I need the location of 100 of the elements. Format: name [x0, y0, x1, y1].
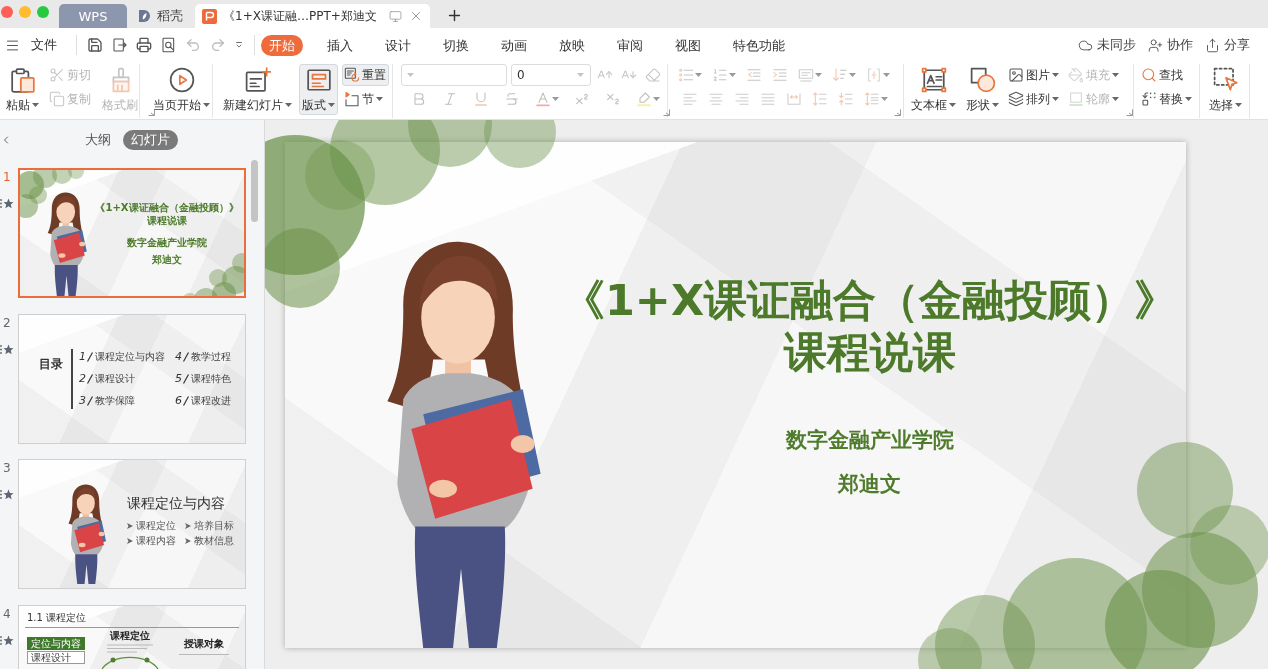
- arrow-bullet-icon: [185, 537, 191, 544]
- contents-item-label: 教学保障: [95, 393, 135, 408]
- menu-tab[interactable]: 审阅: [609, 34, 651, 56]
- thumbnail-organization: 数字金融产业学院: [127, 236, 207, 249]
- star-icon: [0, 198, 14, 209]
- cloud-icon: [1078, 37, 1093, 53]
- window-zoom-icon[interactable]: [37, 6, 49, 18]
- section-button[interactable]: 节: [342, 88, 389, 110]
- slide-thumbnail[interactable]: 《1+X课证融合（金融投顾）》 课程说课 数字金融产业学院 郑迪文: [18, 168, 246, 298]
- slide-number: 1: [3, 170, 11, 184]
- slide-thumbnail[interactable]: 目录 1 课程定位与内容 2 课程设计 3 教学保障 4 教学过程 5 课程特色 6 课程改进: [18, 313, 246, 444]
- text-lines-drawing: [179, 652, 229, 657]
- menu-tab[interactable]: 切换: [435, 34, 477, 56]
- picture-button[interactable]: 图片: [1006, 64, 1062, 86]
- bullet-text: 课程内容: [136, 534, 176, 547]
- text-box-button[interactable]: 文本框: [908, 64, 959, 115]
- bullet-text: 教材信息: [194, 534, 234, 547]
- dialog-launcher-icon[interactable]: [894, 109, 901, 116]
- scrollbar-thumb[interactable]: [251, 160, 258, 222]
- select-button[interactable]: 选择: [1206, 64, 1245, 115]
- block-heading: 课程定位: [110, 630, 150, 642]
- slide-number: 2: [3, 315, 11, 330]
- reset-button[interactable]: 重置: [342, 64, 389, 86]
- replace-button[interactable]: 替换: [1139, 88, 1195, 110]
- new-slide-button[interactable]: 新建幻灯片: [220, 64, 295, 115]
- print-preview-icon[interactable]: [160, 37, 177, 53]
- arrange-button[interactable]: 排列: [1006, 88, 1062, 110]
- slide-subtitle: 课程说课: [783, 326, 956, 378]
- window-minimize-icon[interactable]: [19, 6, 31, 18]
- item-number: 3: [79, 393, 86, 408]
- slide-number: 3: [3, 461, 11, 475]
- thumbnail-title: 《1+X课证融合（金融投顾）》: [95, 201, 239, 214]
- font-name-dropdown[interactable]: [401, 64, 507, 86]
- font-size-dropdown[interactable]: 0: [511, 64, 591, 86]
- monitor-icon[interactable]: [388, 9, 402, 23]
- thumbnail-subtitle: 课程说课: [147, 214, 187, 227]
- save-icon[interactable]: [87, 37, 103, 53]
- slide-thumbnail[interactable]: 课程定位与内容 课程定位 培养目标 课程内容 教材信息: [18, 459, 246, 589]
- slide-number: 4: [3, 606, 11, 621]
- slash-icon: [87, 351, 93, 362]
- printer-icon[interactable]: [136, 37, 152, 53]
- presentation-file-icon: [202, 8, 217, 24]
- dialog-launcher-icon[interactable]: [1126, 109, 1133, 116]
- slash-icon: [183, 351, 189, 362]
- share-icon: [1205, 37, 1220, 53]
- nav-label: 课程设计: [27, 651, 85, 664]
- collaborate-button[interactable]: 协作: [1148, 36, 1193, 54]
- star-icon: [0, 634, 14, 646]
- shape-button[interactable]: 形状: [963, 64, 1002, 115]
- file-menu[interactable]: 文件: [29, 34, 59, 56]
- cycle-diagram-drawing: [99, 655, 161, 669]
- dialog-launcher-icon[interactable]: [663, 109, 670, 116]
- dialog-launcher-icon[interactable]: [148, 109, 155, 116]
- menu-tab[interactable]: 特色功能: [725, 34, 793, 56]
- arrow-bullet-icon: [127, 537, 133, 544]
- menu-tab[interactable]: 视图: [667, 34, 709, 56]
- share-button[interactable]: 分享: [1205, 36, 1250, 54]
- panel-tab[interactable]: 幻灯片: [123, 130, 178, 150]
- item-number: 5: [175, 371, 182, 386]
- contents-item-label: 课程特色: [191, 371, 231, 386]
- layout-button[interactable]: 版式: [299, 64, 338, 115]
- store-tab[interactable]: 稻壳: [130, 4, 195, 28]
- slide-author: 郑迪文: [838, 471, 901, 497]
- arrow-bullet-icon: [185, 522, 191, 529]
- thumbnail-heading: 目录: [39, 356, 63, 373]
- slash-icon: [183, 395, 189, 406]
- bullet-text: 培养目标: [194, 519, 234, 532]
- caret-icon[interactable]: [234, 40, 244, 50]
- menu-tab[interactable]: 动画: [493, 34, 535, 56]
- contents-item-label: 课程定位与内容: [95, 349, 165, 364]
- thumbnail-title: 课程定位与内容: [127, 495, 226, 513]
- item-number: 2: [79, 371, 86, 386]
- export-icon[interactable]: [111, 37, 128, 53]
- nav-label: 定位与内容: [27, 637, 85, 650]
- slash-icon: [87, 373, 93, 384]
- paste-button[interactable]: 粘贴: [3, 64, 42, 115]
- text-lines-drawing: [107, 644, 153, 653]
- menu-tab[interactable]: 插入: [319, 34, 361, 56]
- slide-title: 《1+X课证融合（金融投顾）》: [561, 274, 1178, 326]
- document-tab[interactable]: 《1+X课证融…PPT+郑迪文: [195, 4, 430, 28]
- slash-icon: [87, 395, 93, 406]
- slide-organization: 数字金融产业学院: [785, 427, 954, 453]
- menu-icon[interactable]: [5, 37, 20, 53]
- thumbnail-author: 郑迪文: [152, 253, 182, 266]
- window-close-icon[interactable]: [1, 6, 13, 18]
- slash-icon: [183, 373, 189, 384]
- play-from-current-button[interactable]: 当页开始: [150, 64, 213, 115]
- thumbnail-heading: 1.1 课程定位: [26, 610, 88, 624]
- block-heading: 授课对象: [184, 638, 224, 650]
- contents-item-label: 教学过程: [191, 349, 231, 364]
- slide-thumbnail[interactable]: 1.1 课程定位 定位与内容 课程设计 课程定位 授课对象: [18, 604, 246, 669]
- panel-tab[interactable]: 大纲: [77, 130, 119, 150]
- user-plus-icon: [1148, 37, 1163, 53]
- menu-tab[interactable]: 放映: [551, 34, 593, 56]
- item-number: 6: [175, 393, 182, 408]
- find-button[interactable]: 查找: [1139, 64, 1195, 86]
- contents-item-label: 课程改进: [191, 393, 231, 408]
- sync-status-button[interactable]: 未同步: [1078, 36, 1136, 54]
- star-icon: [0, 489, 14, 500]
- menu-tab[interactable]: 设计: [377, 34, 419, 56]
